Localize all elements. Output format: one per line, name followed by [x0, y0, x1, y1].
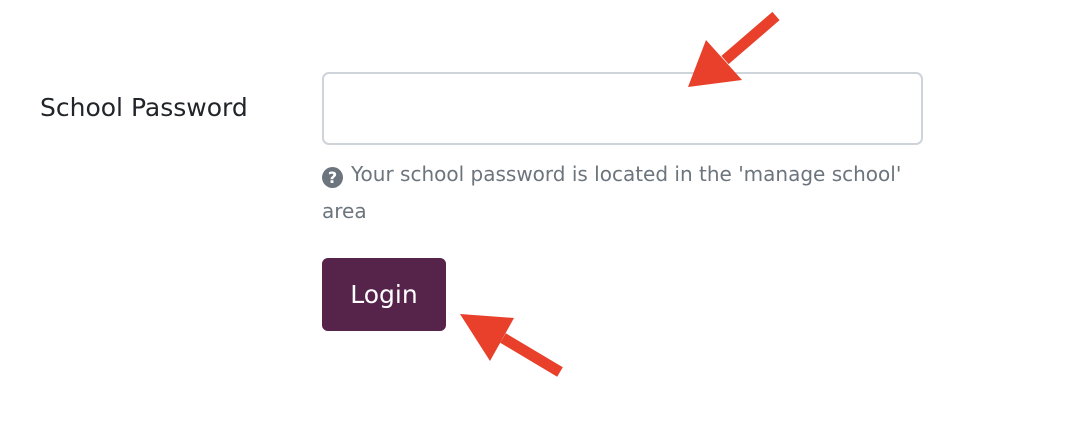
arrow-to-password-input-icon	[688, 11, 780, 87]
annotation-arrows	[460, 11, 780, 377]
arrow-to-login-button-icon	[460, 314, 563, 377]
